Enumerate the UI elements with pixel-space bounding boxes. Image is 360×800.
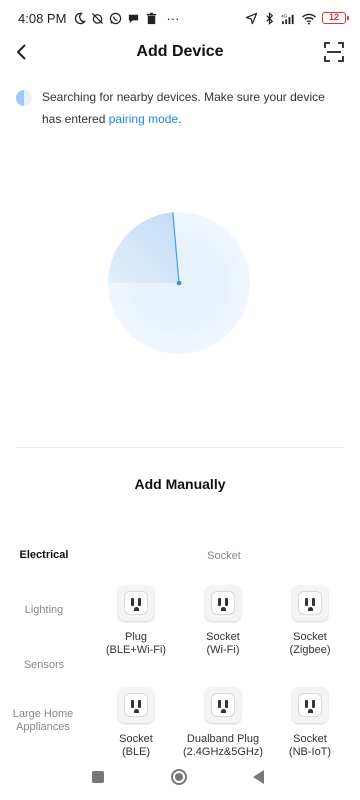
app-header: Add Device bbox=[0, 36, 360, 68]
trash-icon bbox=[147, 12, 157, 24]
back-triangle-icon[interactable] bbox=[253, 770, 264, 784]
searching-spinner-icon bbox=[16, 90, 32, 106]
category-electrical[interactable]: Electrical bbox=[0, 549, 88, 562]
category-lighting[interactable]: Lighting bbox=[0, 604, 88, 617]
socket-icon bbox=[205, 687, 241, 723]
battery-icon: 12 bbox=[322, 12, 349, 24]
device-socket-wifi[interactable]: Socket (Wi-Fi) bbox=[178, 585, 268, 657]
socket-icon bbox=[118, 687, 154, 723]
system-nav-bar bbox=[0, 760, 360, 794]
radar-scan-animation bbox=[108, 212, 250, 354]
home-circle-icon[interactable] bbox=[171, 769, 187, 785]
page-title: Add Device bbox=[136, 43, 224, 60]
socket-icon bbox=[292, 687, 328, 723]
device-dualband-plug[interactable]: Dualband Plug (2.4GHz&5GHz) bbox=[178, 687, 268, 759]
more-notifications-icon: ··· bbox=[166, 10, 180, 26]
scan-icon[interactable] bbox=[324, 42, 344, 62]
pairing-mode-link[interactable]: pairing mode bbox=[109, 112, 178, 126]
recents-square-icon[interactable] bbox=[92, 771, 104, 783]
status-right: 4G 12 bbox=[245, 11, 349, 25]
section-divider bbox=[16, 447, 344, 448]
status-time: 4:08 PM bbox=[18, 10, 67, 26]
whatsapp-icon bbox=[110, 12, 122, 24]
chat-icon bbox=[129, 14, 139, 23]
device-name: Plug bbox=[124, 631, 148, 643]
signal-icon: 4G bbox=[281, 13, 294, 24]
bluetooth-icon bbox=[266, 11, 274, 25]
device-protocol: (BLE) bbox=[121, 746, 151, 758]
device-protocol: (Zigbee) bbox=[289, 644, 331, 656]
device-socket-zigbee[interactable]: Socket (Zigbee) bbox=[265, 585, 355, 657]
add-manually-title: Add Manually bbox=[134, 476, 226, 492]
search-message: Searching for nearby devices. Make sure … bbox=[42, 86, 336, 130]
svg-text:4G: 4G bbox=[281, 13, 288, 18]
status-left: 4:08 PM ··· bbox=[18, 11, 179, 26]
section-label-socket: Socket bbox=[207, 550, 241, 562]
device-plug-ble-wifi[interactable]: Plug (BLE+Wi-Fi) bbox=[91, 585, 181, 657]
location-arrow-icon bbox=[245, 12, 258, 24]
search-message-suffix: . bbox=[178, 112, 182, 126]
device-protocol: (BLE+Wi-Fi) bbox=[105, 644, 167, 656]
device-socket-nb-iot[interactable]: Socket (NB-IoT) bbox=[265, 687, 355, 759]
wifi-icon bbox=[302, 13, 316, 25]
socket-icon bbox=[205, 585, 241, 621]
device-protocol: (NB-IoT) bbox=[288, 746, 332, 758]
device-name: Socket bbox=[293, 631, 327, 643]
device-protocol: (2.4GHz&5GHz) bbox=[182, 746, 264, 758]
device-name: Socket bbox=[293, 733, 327, 745]
search-message-text: Searching for nearby devices. Make sure … bbox=[42, 90, 325, 126]
status-bar: 4:08 PM ··· 4G 12 bbox=[0, 0, 360, 36]
device-socket-ble[interactable]: Socket (BLE) bbox=[91, 687, 181, 759]
category-sensors[interactable]: Sensors bbox=[0, 659, 88, 672]
socket-icon bbox=[118, 585, 154, 621]
device-name: Socket bbox=[119, 733, 153, 745]
search-status: Searching for nearby devices. Make sure … bbox=[16, 86, 336, 130]
device-name: Dualband Plug bbox=[186, 733, 260, 745]
chevron-left-icon[interactable] bbox=[10, 40, 34, 64]
socket-icon bbox=[292, 585, 328, 621]
moon-icon bbox=[75, 12, 87, 24]
device-protocol: (Wi-Fi) bbox=[206, 644, 240, 656]
alarm-off-icon bbox=[92, 12, 104, 24]
category-large-home-appliances[interactable]: Large Home Appliances bbox=[0, 708, 86, 734]
device-name: Socket bbox=[206, 631, 240, 643]
